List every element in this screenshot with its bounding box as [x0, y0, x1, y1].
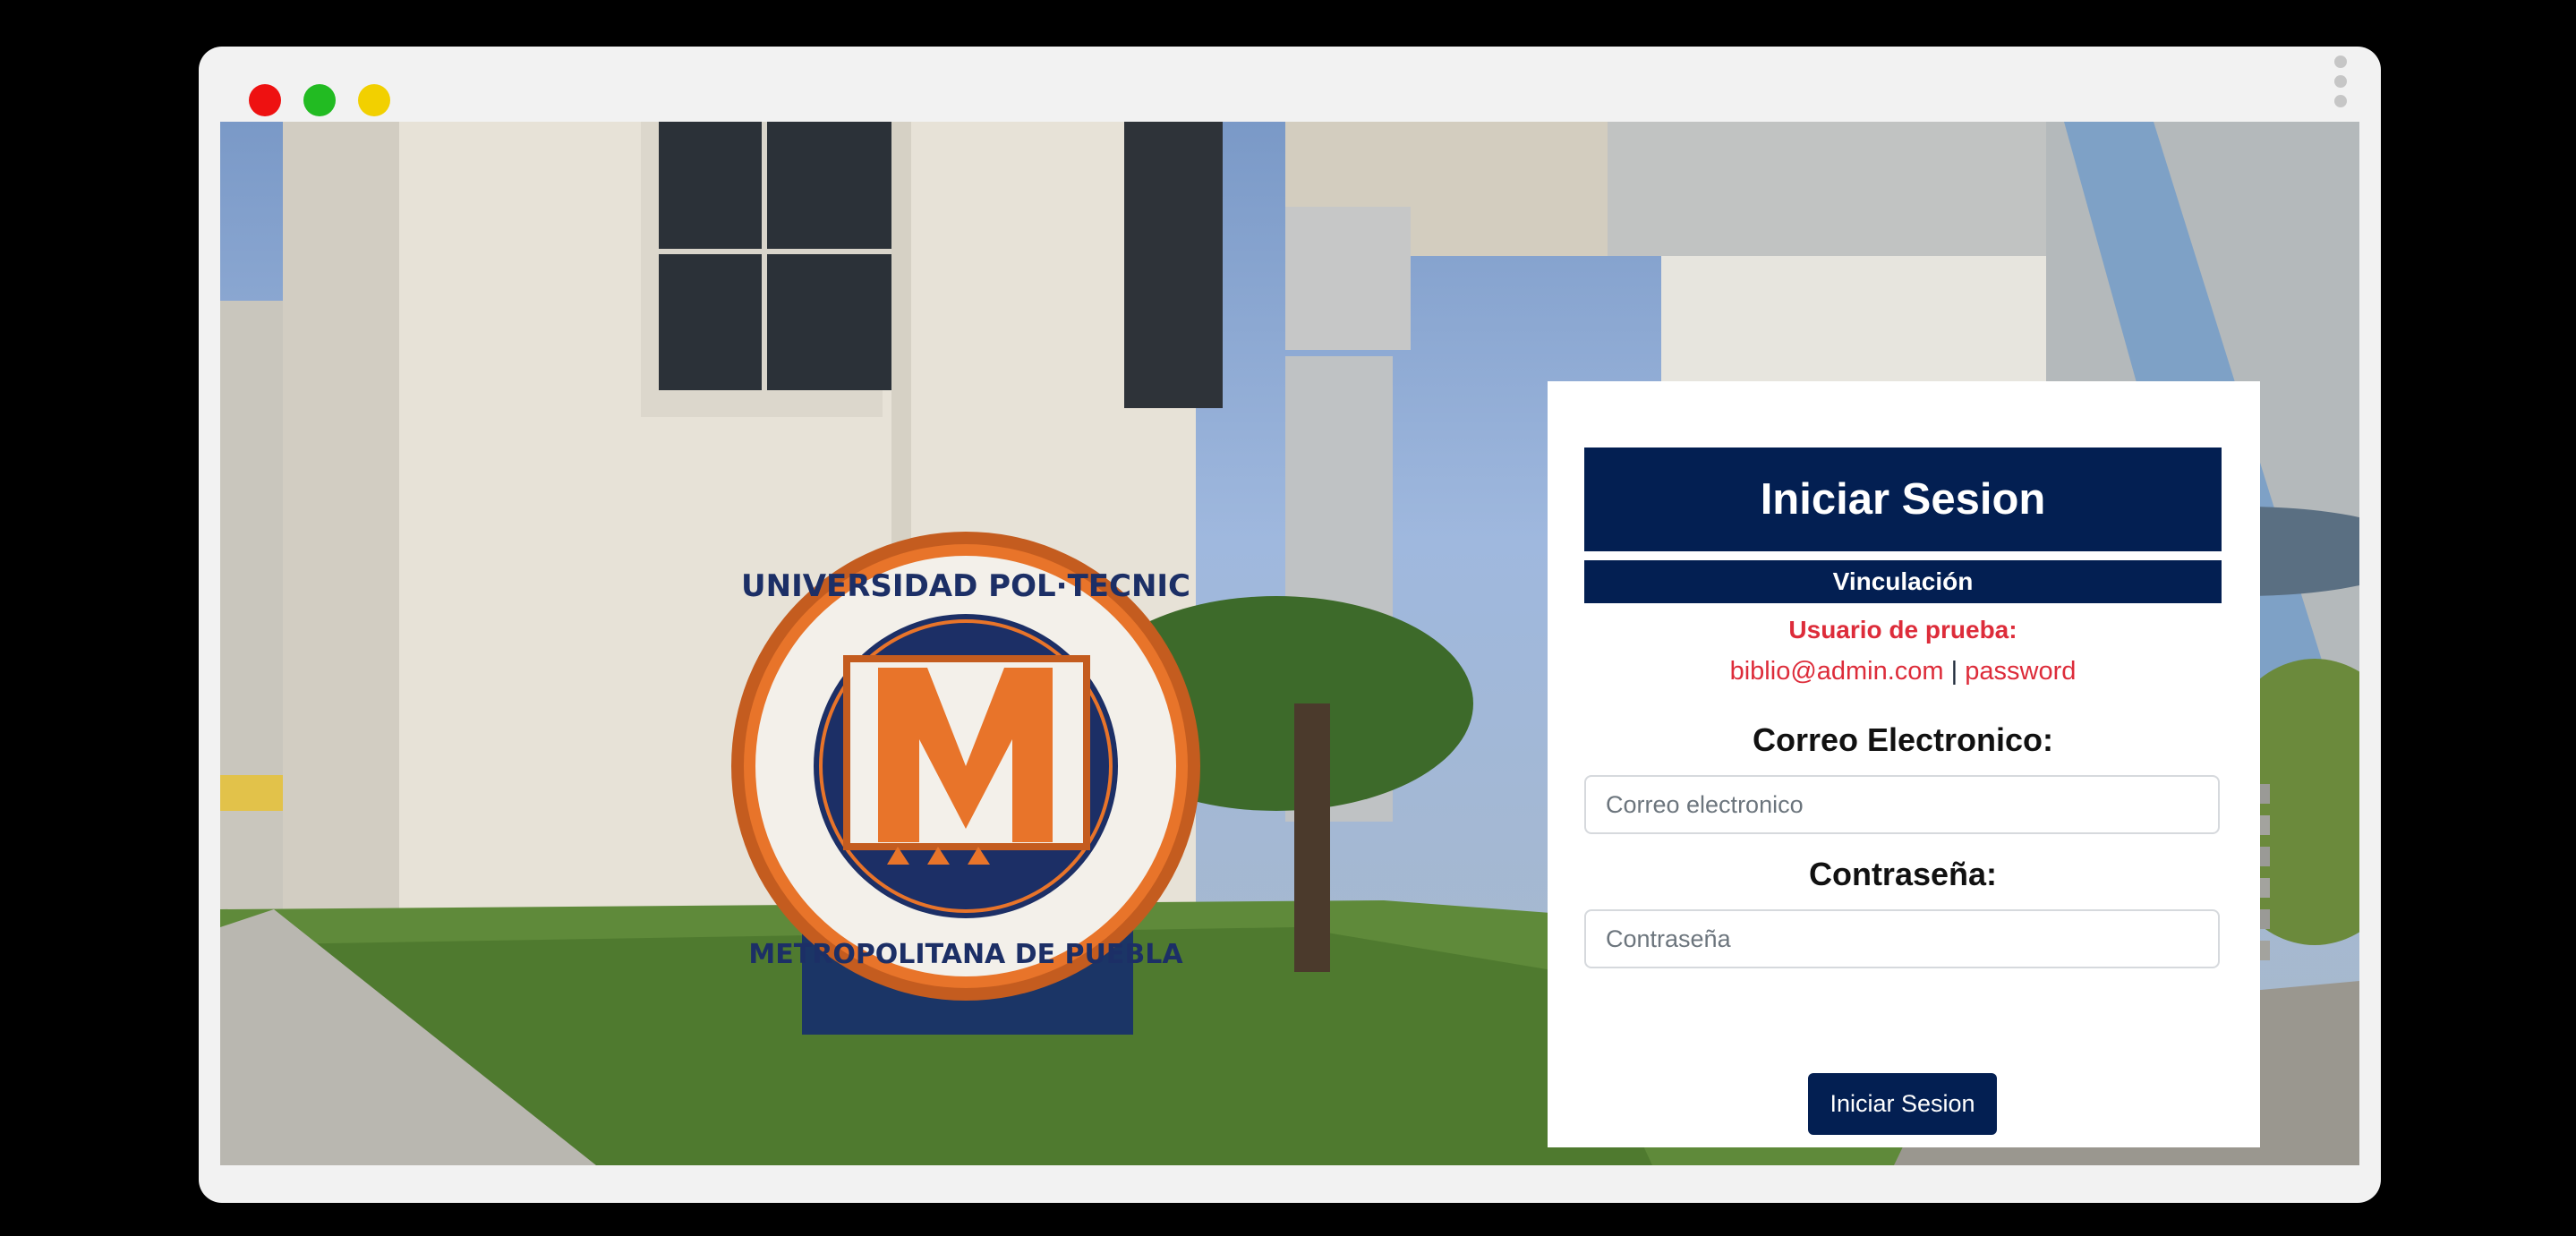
login-subtitle: Vinculación	[1584, 560, 2222, 603]
minimize-window-dot[interactable]	[303, 84, 336, 116]
close-window-dot[interactable]	[249, 84, 281, 116]
kebab-vertical-icon[interactable]	[2332, 55, 2350, 115]
browser-window: UNIVERSIDAD POL·TECNIC METROPOLITANA DE …	[199, 47, 2381, 1203]
test-separator: |	[1950, 657, 1958, 686]
svg-text:UNIVERSIDAD POL·TECNIC: UNIVERSIDAD POL·TECNIC	[741, 568, 1190, 604]
password-input[interactable]	[1584, 909, 2220, 968]
email-label: Correo Electronico:	[1752, 721, 2054, 758]
zoom-window-dot[interactable]	[358, 84, 390, 116]
page-viewport: UNIVERSIDAD POL·TECNIC METROPOLITANA DE …	[220, 122, 2359, 1165]
login-title: Iniciar Sesion	[1584, 448, 2222, 551]
svg-text:METROPOLITANA DE PUEBLA: METROPOLITANA DE PUEBLA	[748, 939, 1183, 970]
test-password: password	[1965, 657, 2077, 686]
login-card: Iniciar Sesion Vinculación Usuario de pr…	[1548, 381, 2260, 1147]
password-label: Contraseña:	[1808, 856, 1998, 892]
email-input[interactable]	[1584, 775, 2220, 834]
test-email: biblio@admin.com	[1729, 657, 1944, 686]
university-seal-logo: UNIVERSIDAD POL·TECNIC METROPOLITANA DE …	[731, 532, 1200, 1001]
test-credentials: biblio@admin.com | password	[1584, 657, 2222, 686]
test-user-label: Usuario de prueba:	[1788, 616, 2017, 644]
login-submit-button[interactable]: Iniciar Sesion	[1808, 1073, 1997, 1135]
